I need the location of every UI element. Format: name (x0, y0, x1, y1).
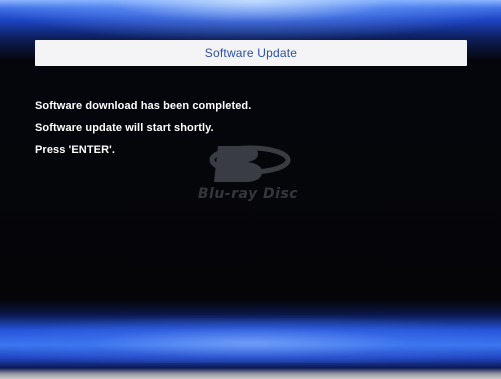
enter-prompt: Press 'ENTER'. (35, 144, 115, 156)
dialog-title: Software Update (204, 46, 298, 60)
message-line: Software update will start shortly. (35, 122, 214, 134)
top-glow (0, 0, 501, 40)
tv-screen: Blu-ray Disc Software Update Software do… (0, 0, 501, 379)
blu-ray-disc-logo-text: Blu-ray Disc (197, 186, 299, 202)
bottom-glow (0, 318, 501, 363)
dialog-title-bar: Software Update (35, 40, 467, 66)
message-line: Software download has been completed. (35, 100, 252, 112)
dialog-message: Software download has been completed. So… (35, 95, 251, 161)
